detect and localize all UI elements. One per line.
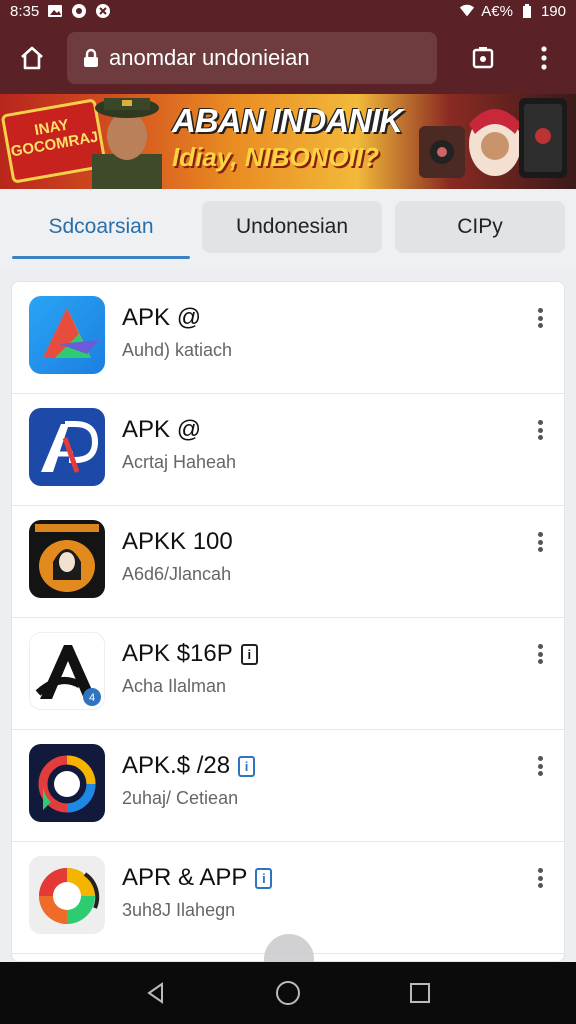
app-title: APK.$ /28 i	[122, 752, 256, 780]
home-nav-button[interactable]	[268, 973, 308, 1013]
url-text: anomdar undonieian	[109, 45, 310, 70]
battery-percent: A€%	[481, 2, 513, 20]
status-time: 8:35	[10, 2, 40, 20]
promo-banner[interactable]: INAY GOCOMRAJ ABAN INDANIK Idiay, NIBONO…	[0, 94, 576, 189]
soldier-illustration	[92, 98, 162, 189]
gradient-a-icon	[29, 296, 105, 374]
lock-icon	[84, 48, 98, 67]
home-icon	[21, 46, 43, 70]
system-nav-bar	[0, 962, 576, 1024]
tab-cipy[interactable]: CIPy	[395, 201, 565, 253]
app-title: APK $16P i	[122, 640, 258, 668]
back-button[interactable]	[136, 973, 176, 1013]
banner-title: ABAN INDANIK	[172, 102, 403, 139]
recents-icon	[410, 983, 430, 1003]
banner-subtitle: Idiay, NIBONOII?	[172, 142, 380, 172]
svg-text:4: 4	[89, 692, 95, 704]
app-subtitle: Acha Ilalman	[122, 676, 227, 696]
home-circle-icon	[276, 981, 300, 1005]
address-bar[interactable]: anomdar undonieian	[67, 32, 437, 84]
app-title: APK @	[122, 416, 202, 443]
overflow-menu-button[interactable]	[512, 22, 576, 94]
app-subtitle: Acrtaj Haheah	[122, 452, 237, 472]
tab-undonesian[interactable]: Undonesian	[202, 201, 382, 253]
color-wheel-icon	[29, 856, 105, 934]
info-badge-icon: i	[238, 755, 256, 777]
more-options-icon[interactable]	[532, 642, 548, 666]
signal-text: 190	[540, 2, 566, 20]
gadgets-illustration	[419, 98, 567, 178]
list-item[interactable]: 4 APK $16P i Acha Ilalman	[12, 618, 564, 730]
tab-switcher-button[interactable]	[451, 22, 515, 94]
app-subtitle: 2uhaj/ Cetiean	[122, 788, 239, 808]
wifi-icon	[459, 3, 475, 19]
more-options-icon[interactable]	[532, 306, 548, 330]
more-options-icon[interactable]	[532, 754, 548, 778]
app-subtitle: 3uh8J Ilahegn	[122, 900, 236, 920]
list-item[interactable]: APK @ Acrtaj Haheah	[12, 394, 564, 506]
app-title: APK @	[122, 304, 202, 331]
tabs-icon	[472, 47, 494, 69]
recents-button[interactable]	[400, 973, 440, 1013]
more-options-icon[interactable]	[532, 418, 548, 442]
info-badge-icon: i	[240, 643, 258, 665]
info-badge-icon: i	[255, 867, 273, 889]
app-subtitle: Auhd) katiach	[122, 340, 233, 360]
app-title: APR & APP i	[122, 864, 273, 892]
browser-toolbar: anomdar undonieian	[0, 22, 576, 94]
app-title: APKK 100	[122, 528, 233, 555]
black-a-icon: 4	[29, 632, 105, 710]
list-item[interactable]: APKK 100 A6d6/Jlancah	[12, 506, 564, 618]
app-notification-icon	[95, 3, 111, 19]
circle-notification-icon	[71, 3, 87, 19]
more-options-icon[interactable]	[532, 530, 548, 554]
hooded-figure-icon	[29, 520, 105, 598]
active-tab-indicator	[12, 256, 190, 259]
ring-chat-icon	[29, 744, 105, 822]
more-options-icon[interactable]	[532, 866, 548, 890]
more-vert-icon	[541, 46, 547, 70]
battery-icon	[519, 3, 535, 19]
home-button[interactable]	[0, 22, 64, 94]
tab-sdcoarsian[interactable]: Sdcoarsian	[12, 201, 190, 253]
gallery-notification-icon	[47, 3, 63, 19]
status-bar: 8:35 A€% 190	[0, 0, 576, 22]
list-item[interactable]: APK @ Auhd) katiach	[12, 282, 564, 394]
app-subtitle: A6d6/Jlancah	[122, 564, 232, 584]
app-list: APK @ Auhd) katiach APK @ Acrtaj Haheah	[11, 281, 565, 962]
ap-logo-icon	[29, 408, 105, 486]
back-icon	[147, 982, 163, 1004]
list-item[interactable]: APK.$ /28 i 2uhaj/ Cetiean	[12, 730, 564, 842]
